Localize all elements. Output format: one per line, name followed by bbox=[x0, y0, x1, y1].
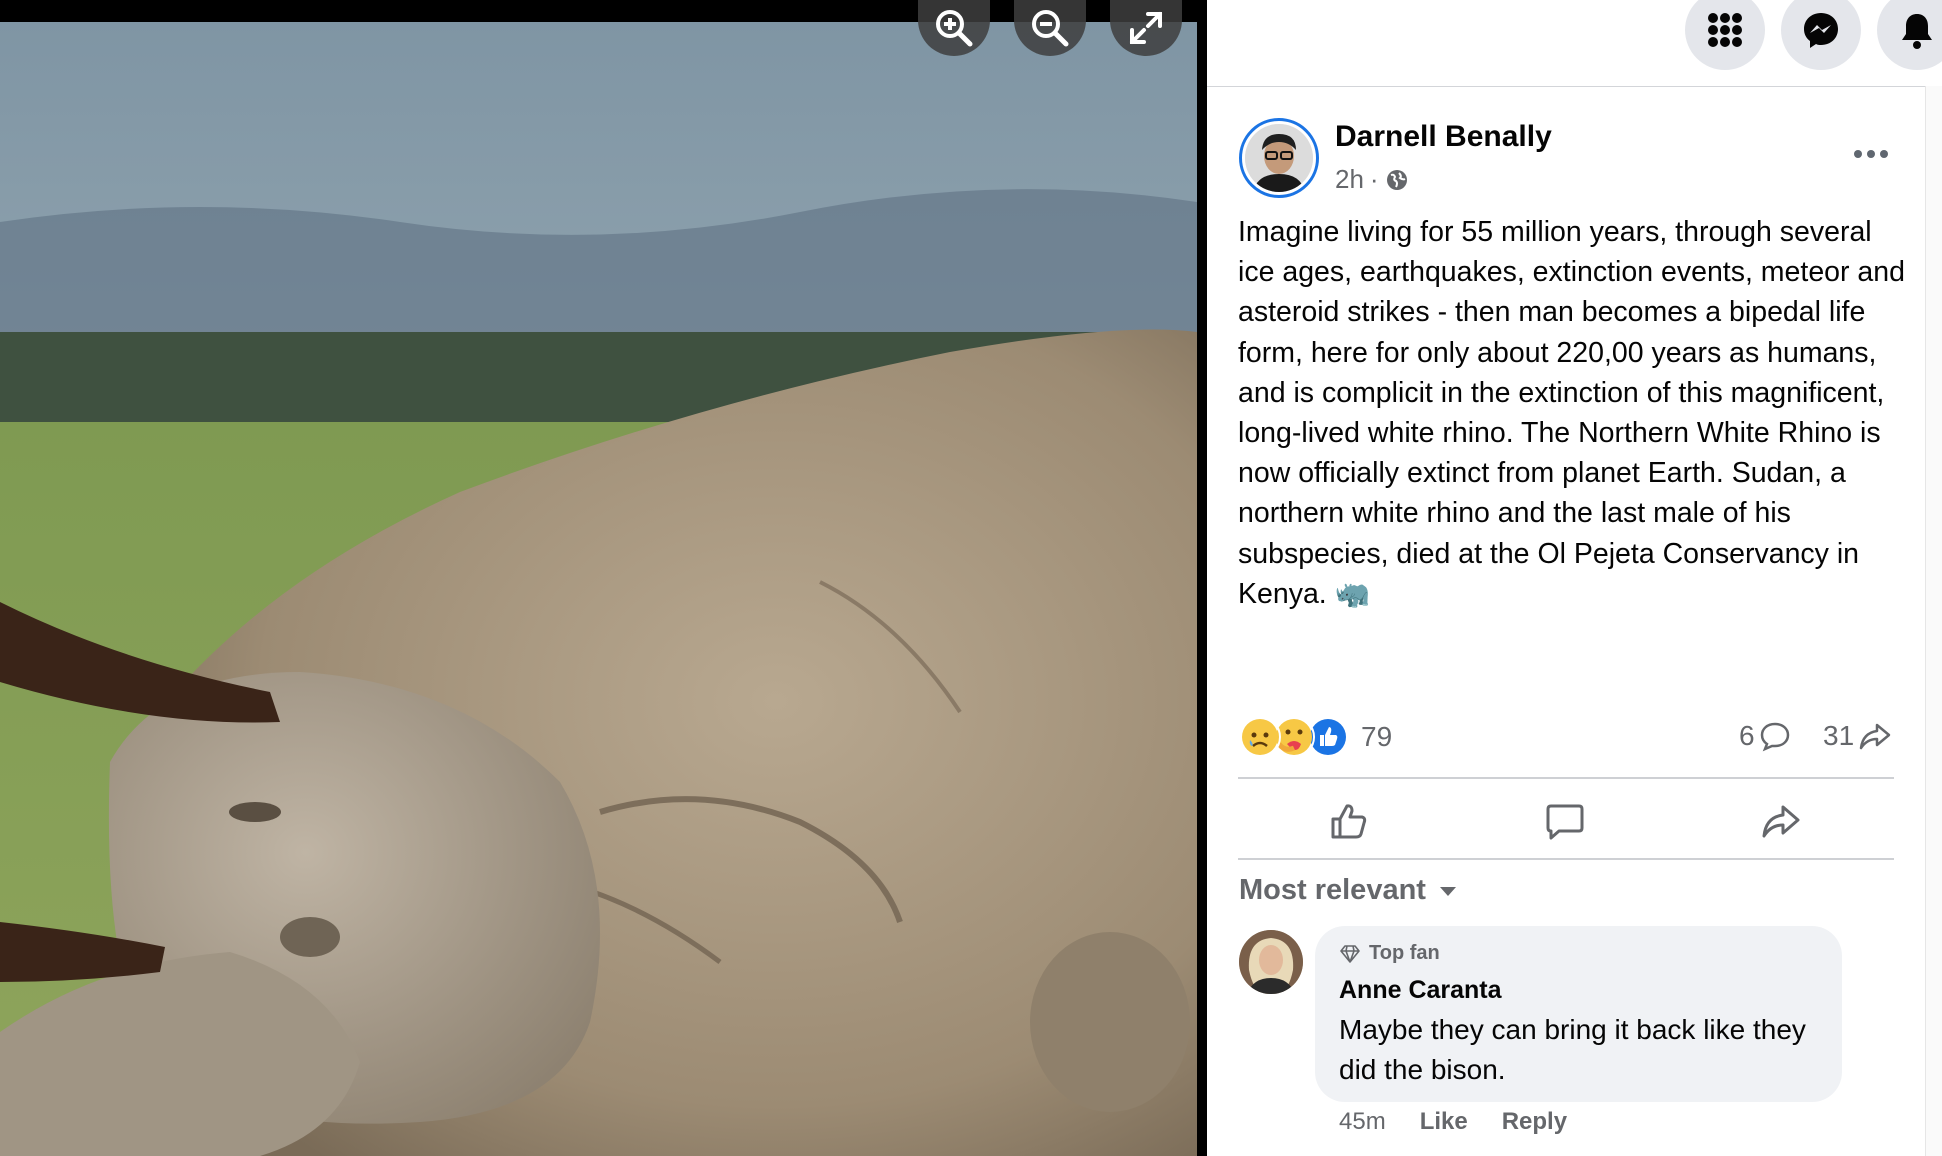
comment-sort-dropdown[interactable]: Most relevant bbox=[1239, 874, 1458, 907]
top-fan-badge[interactable]: Top fan bbox=[1339, 942, 1440, 965]
post-author[interactable]: Darnell Benally bbox=[1335, 120, 1552, 154]
post-time[interactable]: 2h bbox=[1335, 164, 1364, 195]
post-photo bbox=[0, 22, 1197, 1156]
like-icon bbox=[1331, 804, 1367, 839]
globe-icon bbox=[1386, 169, 1407, 190]
share-count-icon bbox=[1859, 723, 1891, 750]
sad-reaction-icon bbox=[1239, 716, 1281, 758]
messenger-button[interactable] bbox=[1781, 0, 1861, 70]
comment-reply-button[interactable]: Reply bbox=[1502, 1108, 1567, 1136]
zoom-out-icon bbox=[1032, 10, 1069, 47]
comment-count[interactable]: 6 bbox=[1739, 720, 1791, 752]
comment-bubble: Top fan Anne Caranta Maybe they can brin… bbox=[1315, 926, 1842, 1102]
caret-down-icon bbox=[1439, 886, 1456, 896]
author-avatar[interactable] bbox=[1239, 118, 1319, 198]
post-meta: 2h · bbox=[1335, 164, 1409, 195]
divider bbox=[1238, 858, 1894, 860]
divider bbox=[1238, 777, 1894, 779]
share-count[interactable]: 31 bbox=[1823, 720, 1892, 752]
badge-label: Top fan bbox=[1369, 942, 1440, 964]
comment-time[interactable]: 45m bbox=[1339, 1108, 1386, 1136]
comment-icon bbox=[1546, 804, 1584, 840]
like-button[interactable] bbox=[1249, 790, 1449, 852]
reaction-count: 79 bbox=[1361, 721, 1393, 752]
post-text: Imagine living for 55 million years, thr… bbox=[1238, 216, 1905, 610]
zoom-in-icon bbox=[936, 10, 973, 47]
scrollbar[interactable] bbox=[1925, 86, 1942, 1156]
comment-count-value: 6 bbox=[1739, 720, 1755, 751]
sort-label: Most relevant bbox=[1239, 874, 1426, 906]
commenter-avatar[interactable] bbox=[1239, 930, 1303, 994]
more-dots-icon bbox=[1854, 150, 1862, 158]
post-options-button[interactable] bbox=[1843, 136, 1899, 172]
share-icon bbox=[1762, 805, 1800, 838]
photo-viewer bbox=[0, 0, 1207, 1156]
menu-button[interactable] bbox=[1685, 0, 1765, 70]
comment-button[interactable] bbox=[1465, 790, 1665, 852]
post-panel: Darnell Benally 2h · Imagine living for … bbox=[1207, 0, 1942, 1156]
expand-icon bbox=[1130, 12, 1162, 44]
top-bar bbox=[1207, 0, 1942, 87]
share-count-value: 31 bbox=[1823, 720, 1855, 751]
comment-like-button[interactable]: Like bbox=[1420, 1108, 1468, 1136]
grid-menu-icon bbox=[1708, 13, 1742, 47]
share-button[interactable] bbox=[1681, 790, 1881, 852]
diamond-icon bbox=[1340, 944, 1360, 963]
comment-text: Maybe they can bring it back like they d… bbox=[1339, 1014, 1806, 1085]
comment-actions: 45m Like Reply bbox=[1339, 1108, 1567, 1136]
meta-separator: · bbox=[1369, 164, 1379, 194]
messenger-icon bbox=[1804, 13, 1838, 48]
comment-author[interactable]: Anne Caranta bbox=[1339, 976, 1502, 1005]
comment-count-icon bbox=[1760, 722, 1789, 752]
reactions-summary[interactable]: 79 bbox=[1239, 716, 1392, 758]
bell-icon bbox=[1902, 14, 1932, 49]
notifications-button[interactable] bbox=[1877, 0, 1942, 70]
